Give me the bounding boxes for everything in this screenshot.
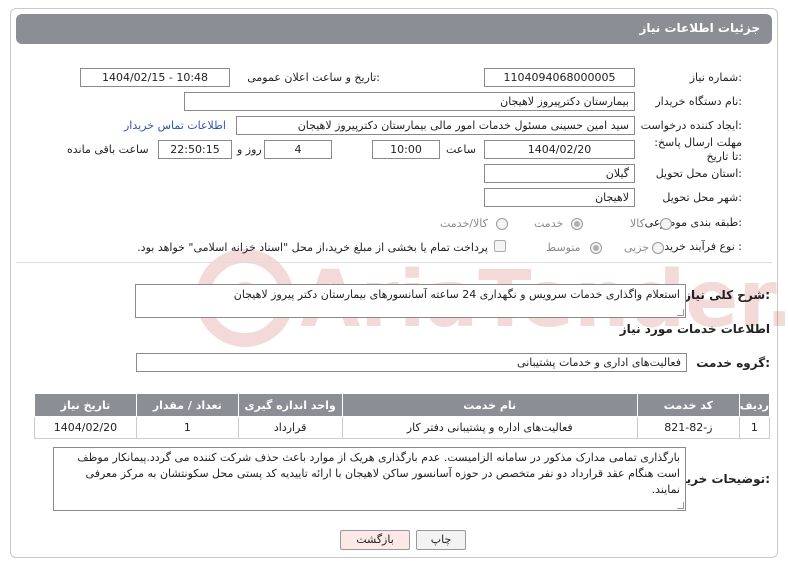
buyer-org-label: نام دستگاه خریدار: (655, 95, 742, 108)
cell-unit: قرارداد (237, 416, 343, 439)
category-option-both-label: کالا/خدمت (440, 217, 488, 230)
services-table: ردیف کد خدمت نام خدمت واحد اندازه گیری ت… (34, 393, 771, 439)
cell-date: 1404/02/20 (34, 416, 137, 439)
section-header: جزئیات اطلاعات نیاز (16, 14, 772, 44)
announce-datetime-field[interactable]: 1404/02/15 - 10:48 (80, 68, 230, 87)
announce-label: تاریخ و ساعت اعلان عمومی: (247, 71, 380, 84)
process-option-minor-label: جزیی (624, 241, 650, 254)
buyer-org-field[interactable]: بیمارستان دکترپیروز لاهیجان (184, 92, 635, 111)
deadline-label: مهلت ارسال پاسخ: تا تاریخ: (654, 136, 742, 163)
col-code-header: کد خدمت (636, 393, 740, 417)
table-row[interactable]: 1 ز-82-821 فعالیت‌های اداره و پشتیبانی د… (34, 416, 771, 439)
col-unit-header: واحد اندازه گیری (237, 393, 343, 417)
back-button[interactable]: بازگشت (340, 530, 410, 550)
city-field[interactable]: لاهیجان (484, 188, 635, 207)
deadline-time-label: ساعت (446, 143, 476, 156)
category-option-both-radio[interactable] (496, 218, 508, 230)
resize-grip-icon[interactable] (677, 309, 684, 316)
deadline-date-field[interactable]: 1404/02/20 (484, 140, 635, 159)
days-label: روز و (237, 143, 262, 156)
category-option-goods-radio[interactable] (660, 218, 672, 230)
category-option-service-radio[interactable] (571, 218, 583, 230)
service-group-label: گروه خدمت: (696, 356, 770, 370)
days-remaining-field[interactable]: 4 (264, 140, 332, 159)
province-field[interactable]: گیلان (484, 164, 635, 183)
category-option-goods-label: کالا (630, 217, 645, 230)
treasury-payment-note: پرداخت تمام یا بخشی از مبلغ خرید،از محل … (137, 241, 488, 254)
description-textarea[interactable]: استعلام واگذاری خدمات سرویس و نگهداری 24… (135, 284, 686, 318)
divider (16, 262, 772, 263)
category-option-service-label: خدمت (534, 217, 564, 230)
process-option-medium-label: متوسط (546, 241, 581, 254)
page-title: جزئیات اطلاعات نیاز (639, 21, 760, 35)
process-option-medium-radio[interactable] (590, 242, 602, 254)
province-label: استان محل تحویل: (655, 167, 742, 180)
process-type-label: نوع فرآیند خرید : (664, 240, 742, 253)
print-button[interactable]: چاپ (416, 530, 466, 550)
buyer-notes-textarea[interactable]: بارگذاری تمامی مدارک مذکور در سامانه الز… (53, 447, 686, 511)
cell-name: فعالیت‌های اداره و پشتیبانی دفتر کار (341, 416, 638, 439)
remaining-time-field[interactable]: 22:50:15 (158, 140, 232, 159)
cell-row: 1 (738, 416, 771, 439)
treasury-payment-checkbox[interactable] (494, 240, 506, 252)
contact-info-link[interactable]: اطلاعات تماس خریدار (124, 119, 226, 132)
cell-qty: 1 (135, 416, 239, 439)
deadline-time-field[interactable]: 10:00 (372, 140, 440, 159)
service-group-field[interactable]: فعالیت‌های اداری و خدمات پشتیبانی (136, 353, 687, 372)
buyer-notes-text: بارگذاری تمامی مدارک مذکور در سامانه الز… (77, 451, 680, 496)
col-qty-header: تعداد / مقدار (135, 393, 239, 417)
description-label: شرح کلی نیاز: (684, 288, 770, 302)
col-date-header: تاریخ نیاز (34, 393, 137, 417)
creator-field[interactable]: سید امین حسینی مسئول خدمات امور مالی بیم… (236, 116, 635, 135)
description-text: استعلام واگذاری خدمات سرویس و نگهداری 24… (233, 288, 680, 301)
services-info-title: اطلاعات خدمات مورد نیاز (619, 322, 770, 336)
remaining-time-label: ساعت باقی مانده (67, 143, 149, 156)
process-option-minor-radio[interactable] (652, 242, 664, 254)
city-label: شهر محل تحویل: (662, 191, 742, 204)
need-number-field[interactable]: 1104094068000005 (484, 68, 635, 87)
cell-code: ز-82-821 (636, 416, 740, 439)
need-number-label: شماره نیاز: (689, 71, 742, 84)
col-row-header: ردیف (738, 393, 771, 417)
resize-grip-icon[interactable] (677, 502, 684, 509)
col-name-header: نام خدمت (341, 393, 638, 417)
creator-label: ایجاد کننده درخواست: (640, 119, 742, 132)
